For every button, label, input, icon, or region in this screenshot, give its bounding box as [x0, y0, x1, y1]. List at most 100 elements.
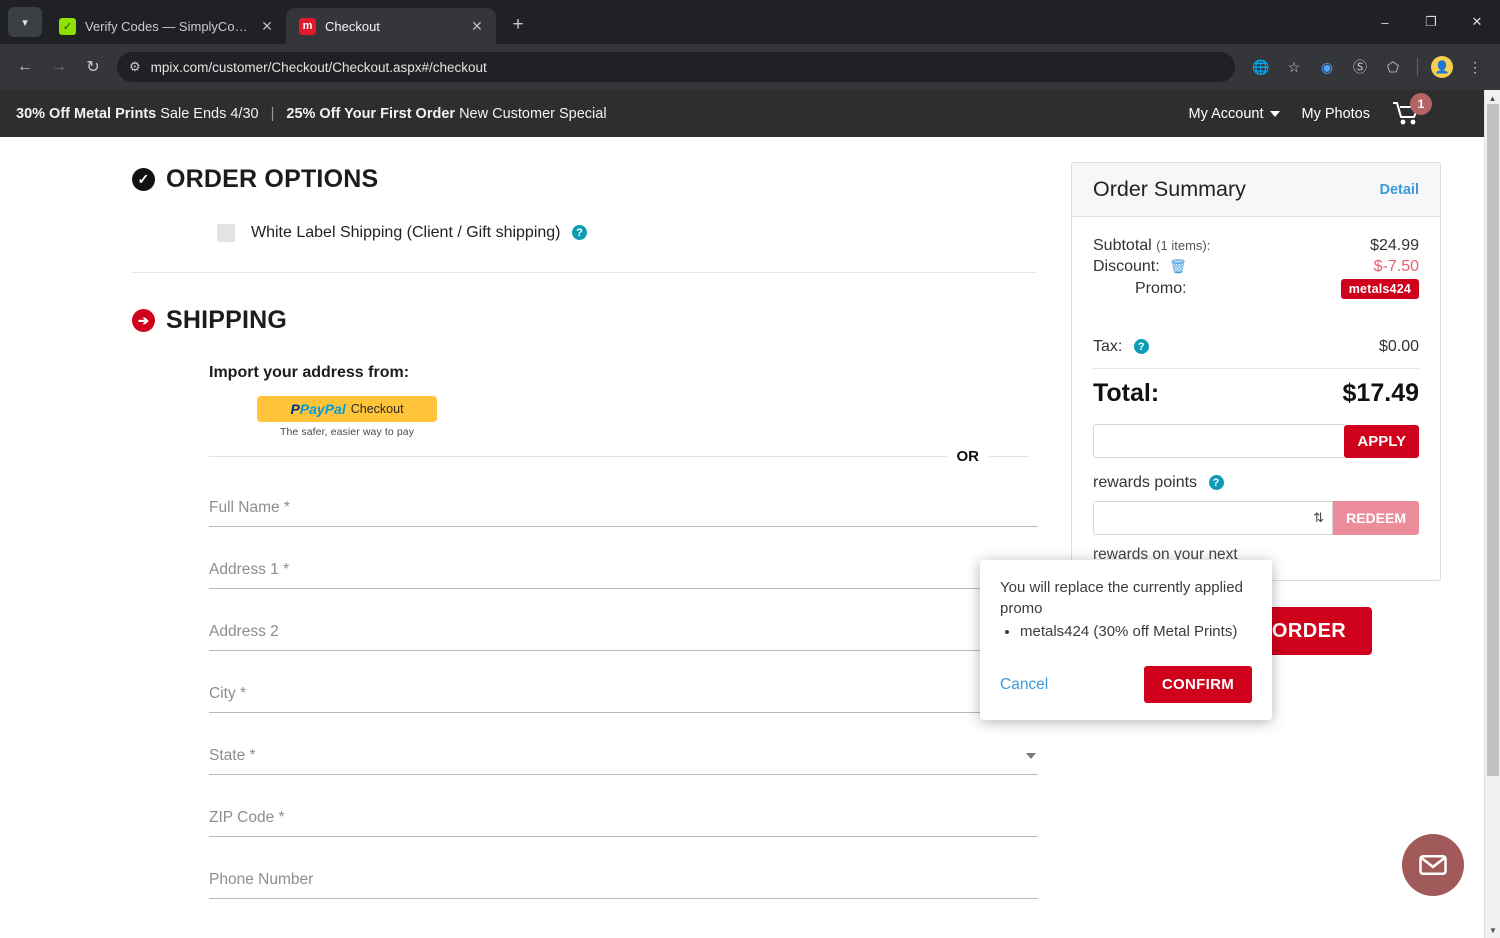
bookmark-star-icon[interactable]: ☆: [1279, 52, 1309, 82]
tab-search-button[interactable]: ▾: [8, 7, 42, 37]
total-row: Total: $17.49: [1093, 379, 1419, 408]
more-menu-icon[interactable]: ⋮: [1460, 52, 1490, 82]
white-label-checkbox[interactable]: [217, 224, 235, 242]
promo-2-bold: 25% Off Your First Order: [286, 105, 456, 122]
extensions-puzzle-icon[interactable]: ⬠: [1378, 52, 1408, 82]
checkout-content: ✓ ORDER OPTIONS White Label Shipping (Cl…: [0, 137, 1500, 938]
dialog-actions: Cancel CONFIRM: [1000, 666, 1252, 704]
paypal-checkout-label: Checkout: [350, 402, 404, 416]
field-address-1[interactable]: Address 1 *: [209, 527, 1038, 589]
close-window-icon[interactable]: ✕: [1454, 0, 1500, 44]
dialog-cancel-button[interactable]: Cancel: [1000, 676, 1048, 694]
rewards-points-label: rewards points ?: [1093, 474, 1419, 492]
divider-line-right: [989, 456, 1029, 457]
address-bar-url: mpix.com/customer/Checkout/Checkout.aspx…: [150, 59, 487, 75]
shipping-title: SHIPPING: [166, 306, 288, 334]
field-address-2[interactable]: Address 2: [209, 589, 1038, 651]
paypal-logo-icon: PPayPal: [290, 401, 346, 417]
detail-link[interactable]: Detail: [1380, 182, 1420, 198]
summary-divider: [1093, 368, 1419, 369]
cart-count-badge: 1: [1410, 92, 1432, 115]
close-icon[interactable]: ✕: [258, 17, 276, 35]
chevron-down-icon: [1269, 110, 1280, 117]
rewards-points-select[interactable]: ⇅: [1093, 501, 1334, 535]
total-label: Total:: [1093, 379, 1160, 407]
paypal-checkout-button[interactable]: PPayPal Checkout: [257, 396, 437, 422]
arrow-right-circle-icon: ➔: [132, 309, 155, 332]
checkout-left-column: ✓ ORDER OPTIONS White Label Shipping (Cl…: [0, 137, 1070, 938]
order-options-heading: ✓ ORDER OPTIONS: [132, 165, 1037, 194]
promo-code-input[interactable]: [1093, 424, 1345, 458]
apply-promo-button[interactable]: APPLY: [1344, 424, 1419, 458]
extension-circle-icon[interactable]: ◉: [1312, 52, 1342, 82]
chat-envelope-button[interactable]: [1402, 834, 1464, 896]
tax-value: $0.00: [1378, 338, 1419, 355]
tab-strip: ▾ ✓ Verify Codes — SimplyCodes ✕ m Check…: [0, 0, 1500, 44]
scroll-down-icon[interactable]: ▼: [1485, 922, 1500, 938]
profile-avatar[interactable]: 👤: [1427, 52, 1457, 82]
browser-window: ▾ ✓ Verify Codes — SimplyCodes ✕ m Check…: [0, 0, 1500, 938]
divider-line-left: [209, 456, 947, 457]
promo-entry-row: APPLY: [1093, 424, 1419, 458]
help-icon[interactable]: ?: [1208, 475, 1224, 491]
promo-banner: 30% Off Metal Prints Sale Ends 4/30 | 25…: [16, 106, 607, 122]
my-photos-link[interactable]: My Photos: [1302, 106, 1371, 122]
help-icon[interactable]: ?: [571, 225, 587, 241]
simplycodes-icon: ✓: [59, 17, 76, 35]
minimize-icon[interactable]: –: [1362, 0, 1408, 44]
forward-icon[interactable]: →: [44, 52, 74, 82]
cart-button[interactable]: 1: [1392, 92, 1432, 127]
mpix-icon: m: [299, 17, 316, 35]
discount-label: Discount: 🗑: [1093, 258, 1187, 275]
field-underline: [209, 898, 1038, 899]
field-label: Full Name *: [209, 499, 290, 516]
field-full-name[interactable]: Full Name *: [209, 465, 1038, 527]
help-icon[interactable]: ?: [1133, 339, 1149, 355]
field-label: Phone Number: [209, 871, 314, 888]
page-scrollbar[interactable]: ▲ ▼: [1484, 90, 1500, 938]
promo-1-bold: 30% Off Metal Prints: [16, 105, 157, 122]
restore-icon[interactable]: ❐: [1408, 0, 1454, 44]
field-label: State *: [209, 747, 1038, 774]
order-options-title: ORDER OPTIONS: [166, 165, 379, 193]
field-phone-number[interactable]: Phone Number: [209, 837, 1038, 899]
paypal-subtitle: The safer, easier way to pay: [279, 426, 415, 438]
my-account-label: My Account: [1188, 105, 1264, 122]
chevron-down-icon: [1026, 753, 1036, 759]
subtotal-row: Subtotal (1 items): $24.99: [1093, 237, 1419, 255]
field-state[interactable]: State *: [209, 713, 1038, 775]
promo-code-chip: metals424: [1340, 279, 1419, 299]
field-label: Address 2: [209, 623, 279, 640]
redeem-button[interactable]: REDEEM: [1333, 501, 1419, 535]
extension-w-icon[interactable]: Ⓢ: [1345, 52, 1375, 82]
order-summary-title: Order Summary: [1093, 177, 1246, 201]
close-icon[interactable]: ✕: [468, 17, 486, 35]
browser-tab-checkout[interactable]: m Checkout ✕: [286, 8, 496, 44]
my-account-menu[interactable]: My Account: [1189, 106, 1280, 122]
address-bar[interactable]: ⚙ mpix.com/customer/Checkout/Checkout.as…: [117, 52, 1235, 82]
translate-icon[interactable]: 🌐: [1246, 52, 1276, 82]
promo-2-rest: New Customer Special: [459, 105, 607, 122]
trash-icon[interactable]: 🗑: [1169, 258, 1187, 274]
my-photos-label: My Photos: [1301, 105, 1371, 122]
order-summary-card: Order Summary Detail Subtotal (1 items):…: [1071, 162, 1441, 582]
white-label-label: White Label Shipping (Client / Gift ship…: [251, 224, 587, 242]
browser-tab-simplycodes[interactable]: ✓ Verify Codes — SimplyCodes ✕: [46, 8, 286, 44]
back-icon[interactable]: ←: [10, 52, 40, 82]
tab-title: Checkout: [325, 18, 380, 34]
site-settings-icon[interactable]: ⚙: [129, 59, 141, 75]
promo-separator: |: [270, 105, 275, 122]
new-tab-button[interactable]: +: [504, 11, 532, 39]
paypal-import-block: PPayPal Checkout The safer, easier way t…: [257, 396, 437, 438]
white-label-shipping-row[interactable]: White Label Shipping (Client / Gift ship…: [217, 224, 1037, 242]
scrollbar-thumb[interactable]: [1487, 104, 1499, 776]
tax-label: Tax: ?: [1093, 338, 1149, 356]
field-city[interactable]: City *: [209, 651, 1038, 713]
window-controls: – ❐ ✕: [1362, 0, 1500, 44]
promo-1-rest: Sale Ends 4/30: [160, 105, 259, 122]
dialog-confirm-button[interactable]: CONFIRM: [1143, 666, 1252, 704]
reload-icon[interactable]: ↻: [78, 52, 108, 82]
order-summary-body: Subtotal (1 items): $24.99 Discount: 🗑 $…: [1072, 217, 1440, 580]
tax-row: Tax: ? $0.00: [1093, 338, 1419, 356]
field-zip-code[interactable]: ZIP Code *: [209, 775, 1038, 837]
